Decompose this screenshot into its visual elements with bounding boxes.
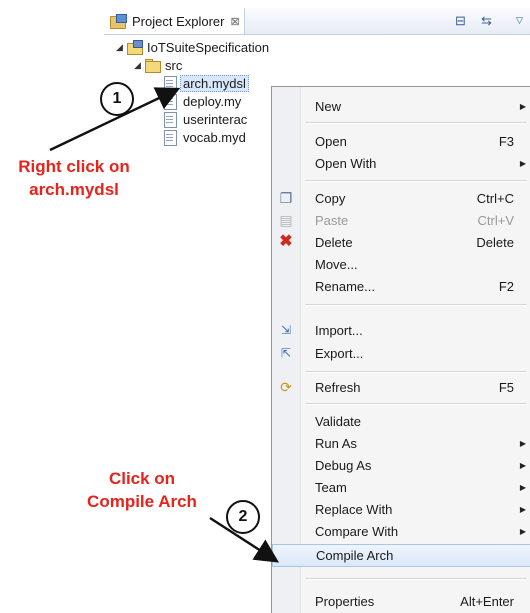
step-2-caption: Click on Compile Arch <box>62 467 222 513</box>
step-1-caption: Right click on arch.mydsl <box>0 155 148 201</box>
step-1-caption-line1: Right click on <box>18 157 130 176</box>
step-1-marker: 1 <box>100 82 134 116</box>
annotation-arrows <box>49 87 280 563</box>
step-2-caption-line1: Click on <box>108 469 176 488</box>
step-1-caption-line2: arch.mydsl <box>29 180 119 199</box>
step-2-marker: 2 <box>226 500 260 534</box>
step-2-caption-line2: Compile Arch <box>87 492 197 511</box>
